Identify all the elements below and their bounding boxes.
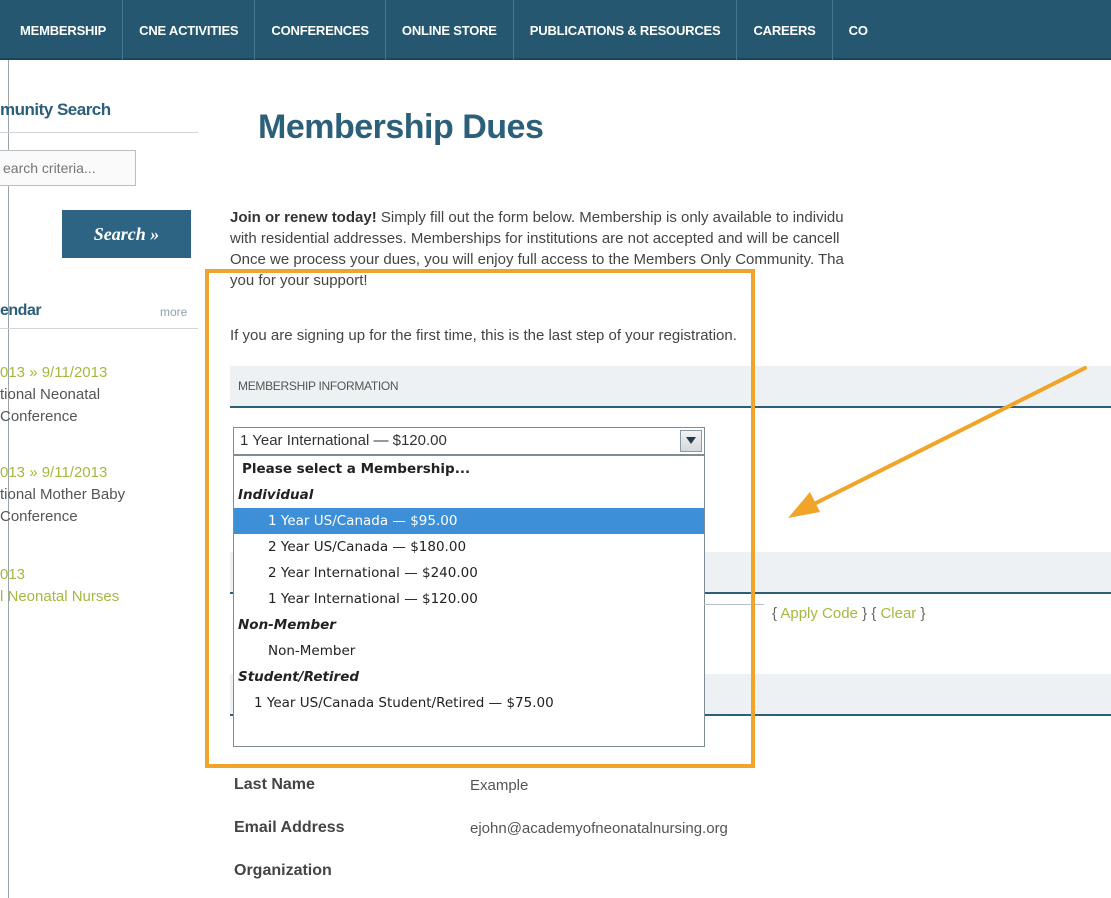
calendar-event[interactable]: 013 » 9/11/2013 tional Neonatal Conferen… (0, 362, 200, 428)
intro-text: you for your support! (230, 272, 368, 289)
event-title-line: l Neonatal Nurses (0, 588, 120, 605)
first-time-note: If you are signing up for the first time… (230, 327, 737, 344)
membership-information-section-header: MEMBERSHIP INFORMATION (230, 366, 1111, 408)
event-date: 013 » 9/11/2013 (0, 364, 108, 381)
event-title-line: tional Neonatal (0, 386, 101, 403)
nav-co-truncated[interactable]: CO (833, 0, 884, 60)
dropdown-option-placeholder[interactable]: Please select a Membership... (234, 456, 704, 482)
email-value: ejohn@academyofneonatalnursing.org (470, 820, 728, 837)
dropdown-group-individual: Individual (238, 487, 314, 503)
coupon-code-input[interactable] (704, 604, 764, 630)
dropdown-option[interactable]: Non-Member (234, 638, 704, 664)
sidebar-divider (0, 132, 198, 133)
dropdown-option[interactable]: 1 Year International — $120.00 (234, 586, 704, 612)
calendar-event[interactable]: 013 l Neonatal Nurses (0, 564, 200, 608)
section-label: MEMBERSHIP INFORMATION (238, 379, 399, 393)
event-date: 013 (0, 566, 26, 583)
intro-text: Once we process your dues, you will enjo… (230, 251, 844, 268)
coupon-actions: { Apply Code } { Clear } (772, 605, 926, 622)
apply-code-link[interactable]: Apply Code (780, 605, 858, 622)
membership-dropdown-list: Please select a Membership... Individual… (233, 455, 705, 747)
nav-online-store[interactable]: ONLINE STORE (386, 0, 514, 60)
intro-paragraph: Join or renew today! Simply fill out the… (230, 207, 1111, 291)
calendar-heading: endar (0, 302, 42, 319)
nav-publications-resources[interactable]: PUBLICATIONS & RESOURCES (514, 0, 738, 60)
event-date: 013 » 9/11/2013 (0, 464, 108, 481)
dropdown-group-student-retired: Student/Retired (238, 669, 360, 685)
dropdown-group-non-member: Non-Member (238, 617, 336, 633)
dropdown-option[interactable]: 1 Year US/Canada Student/Retired — $75.0… (234, 690, 704, 716)
clear-link[interactable]: Clear (880, 605, 916, 622)
intro-text: with residential addresses. Memberships … (230, 230, 840, 247)
organization-label: Organization (234, 862, 332, 879)
nav-careers[interactable]: CAREERS (737, 0, 833, 60)
event-title-line: Conference (0, 508, 78, 525)
top-navigation: MEMBERSHIP CNE ACTIVITIES CONFERENCES ON… (0, 0, 1111, 60)
last-name-label: Last Name (234, 776, 315, 793)
nav-membership[interactable]: MEMBERSHIP (0, 0, 124, 60)
event-title-line: Conference (0, 408, 78, 425)
membership-select[interactable]: 1 Year International — $120.00 (233, 427, 705, 455)
brace: } { (857, 605, 881, 622)
search-button[interactable]: Search » (62, 210, 191, 258)
email-label: Email Address (234, 819, 345, 836)
intro-text: Simply fill out the form below. Membersh… (376, 209, 844, 226)
calendar-divider (0, 328, 198, 329)
dropdown-option[interactable]: 1 Year US/Canada — $95.00 (234, 508, 704, 534)
nav-cne-activities[interactable]: CNE ACTIVITIES (123, 0, 256, 60)
last-name-value: Example (470, 777, 529, 794)
community-search-heading: munity Search (0, 100, 111, 119)
event-title-line: tional Mother Baby (0, 486, 126, 503)
brace: } (916, 605, 926, 622)
intro-bold: Join or renew today! (230, 209, 377, 226)
search-input[interactable] (0, 150, 136, 186)
page-title: Membership Dues (258, 108, 544, 146)
chevron-down-icon[interactable] (680, 430, 702, 452)
calendar-more-link[interactable]: more (160, 305, 187, 319)
membership-select-value: 1 Year International — $120.00 (240, 432, 447, 449)
dropdown-option[interactable]: 2 Year International — $240.00 (234, 560, 704, 586)
calendar-event[interactable]: 013 » 9/11/2013 tional Mother Baby Confe… (0, 462, 200, 528)
dropdown-option[interactable]: 2 Year US/Canada — $180.00 (234, 534, 704, 560)
nav-conferences[interactable]: CONFERENCES (255, 0, 386, 60)
